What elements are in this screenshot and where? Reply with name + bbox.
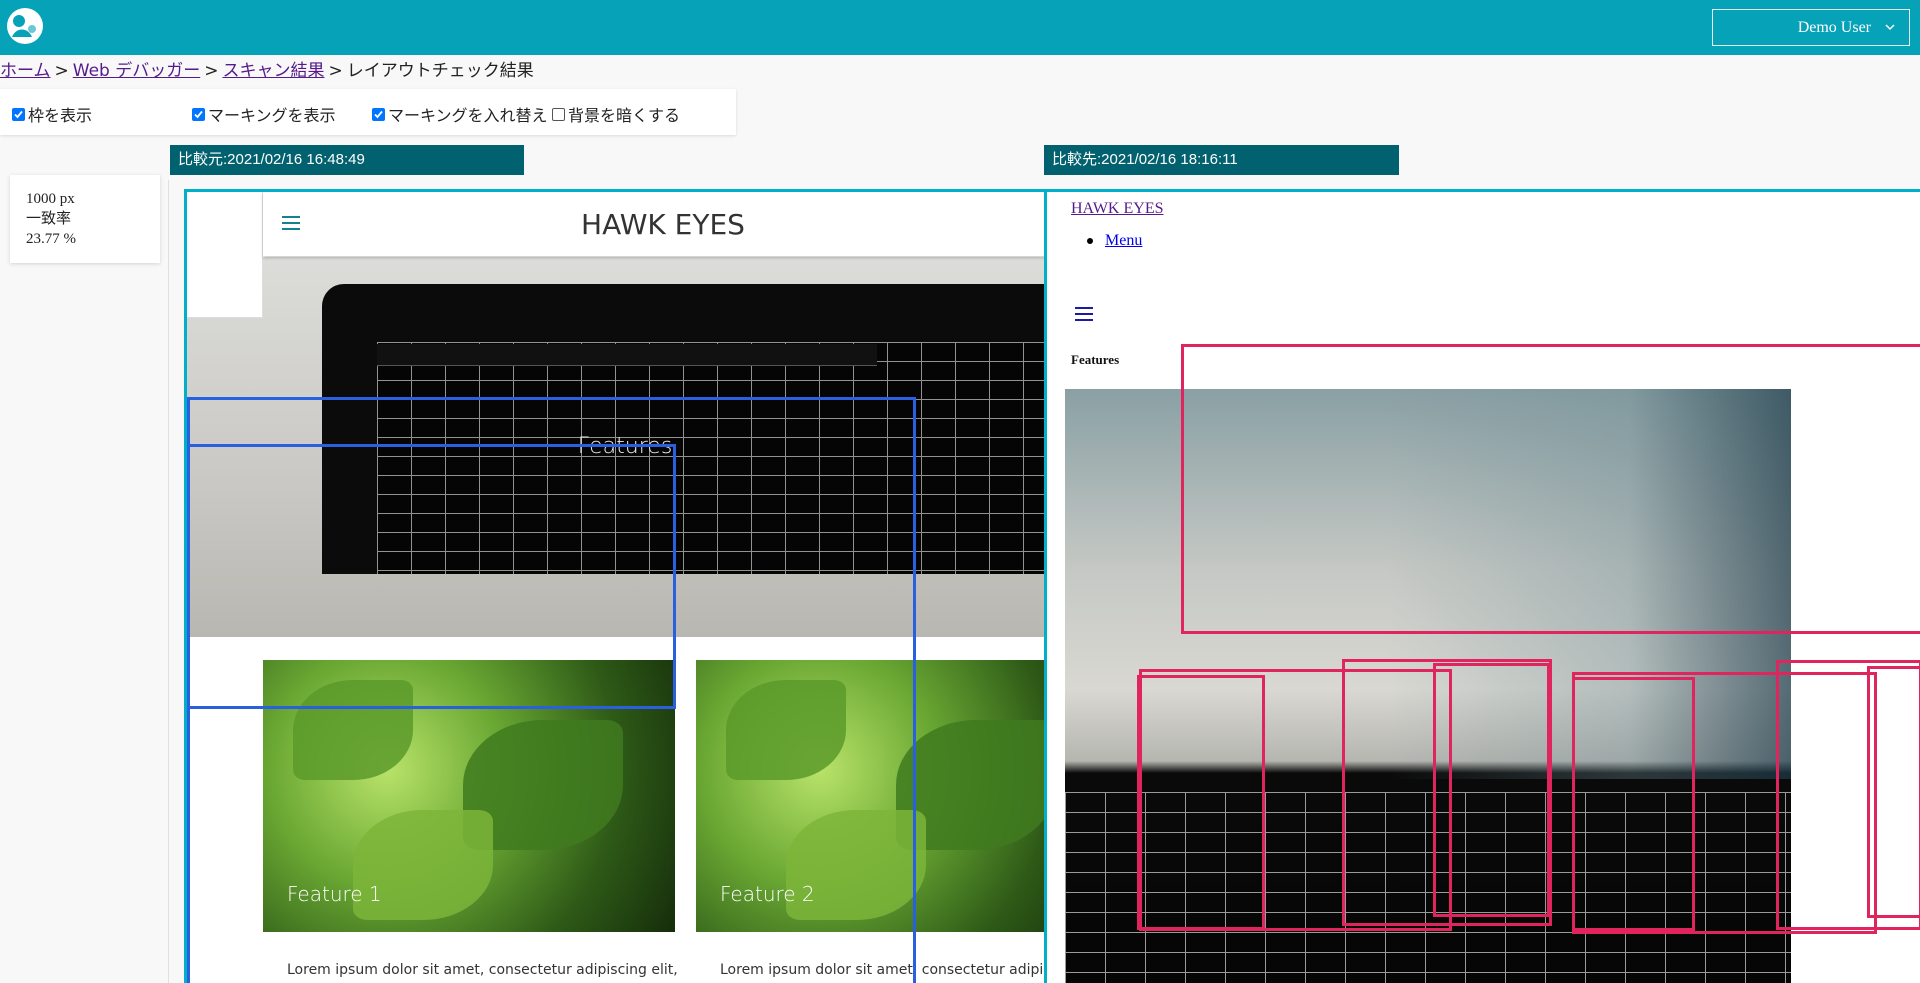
target-screenshot-panel[interactable]: HAWK EYES Menu Features (1044, 189, 1920, 983)
user-name: Demo User (1797, 18, 1871, 36)
checkbox-unchecked-icon (552, 107, 565, 121)
show-frame-checkbox[interactable]: 枠を表示 (12, 102, 92, 126)
page-title: HAWK EYES (581, 208, 745, 241)
swap-marking-checkbox[interactable]: マーキングを入れ替え (372, 102, 548, 126)
checkbox-checked-icon (372, 107, 385, 121)
diff-marking-red (1867, 666, 1920, 918)
divider (168, 180, 169, 983)
source-screenshot-panel[interactable]: Features HAWK EYES Feature 1 Feature 2 L… (184, 189, 1045, 983)
features-heading: Features (1071, 352, 1120, 367)
hamburger-menu-icon[interactable] (282, 216, 300, 230)
diff-marking-red (1181, 344, 1920, 634)
breadcrumb-scan-results[interactable]: スキャン結果 (222, 61, 324, 81)
target-header: 比較先:2021/02/16 18:16:11 (1044, 145, 1399, 175)
match-rate-value: 23.77 % (26, 231, 76, 247)
checkbox-checked-icon (12, 107, 25, 121)
chevron-down-icon (1885, 24, 1895, 31)
diff-marking-red (1433, 663, 1550, 917)
breadcrumb-current: レイアウトチェック結果 (346, 61, 534, 81)
hamburger-menu-icon[interactable] (1075, 307, 1093, 321)
diff-marking-red (1572, 677, 1695, 931)
page-side-block (187, 192, 263, 318)
darken-background-checkbox[interactable]: 背景を暗くする (552, 102, 680, 126)
show-marking-checkbox[interactable]: マーキングを表示 (192, 102, 336, 126)
checkbox-checked-icon (192, 107, 205, 121)
page-title-link[interactable]: HAWK EYES (1071, 200, 1163, 218)
bullet-icon (1087, 238, 1093, 245)
source-header: 比較元:2021/02/16 16:48:49 (170, 145, 524, 175)
breadcrumb-home[interactable]: ホーム (0, 61, 51, 81)
breadcrumb: ホーム > Web デバッガー > スキャン結果 > レイアウトチェック結果 (0, 61, 534, 81)
display-options-toolbar: 枠を表示 マーキングを表示 マーキングを入れ替え 背景を暗くする (0, 89, 736, 135)
diff-marking-blue (187, 444, 676, 709)
hero-screen-toolbar (377, 344, 877, 366)
top-bar: Demo User (0, 0, 1920, 55)
page-header: HAWK EYES (263, 192, 1045, 256)
user-menu-button[interactable]: Demo User (1712, 9, 1910, 46)
nav-list: Menu (1087, 232, 1142, 250)
match-rate-label: 一致率 (26, 211, 72, 227)
match-stats-card: 1000 px 一致率 23.77 % (10, 175, 160, 263)
breadcrumb-web-debugger[interactable]: Web デバッガー (73, 61, 200, 81)
logo-icon[interactable] (6, 7, 44, 45)
menu-link[interactable]: Menu (1105, 232, 1142, 249)
viewport-width: 1000 px (26, 191, 75, 207)
